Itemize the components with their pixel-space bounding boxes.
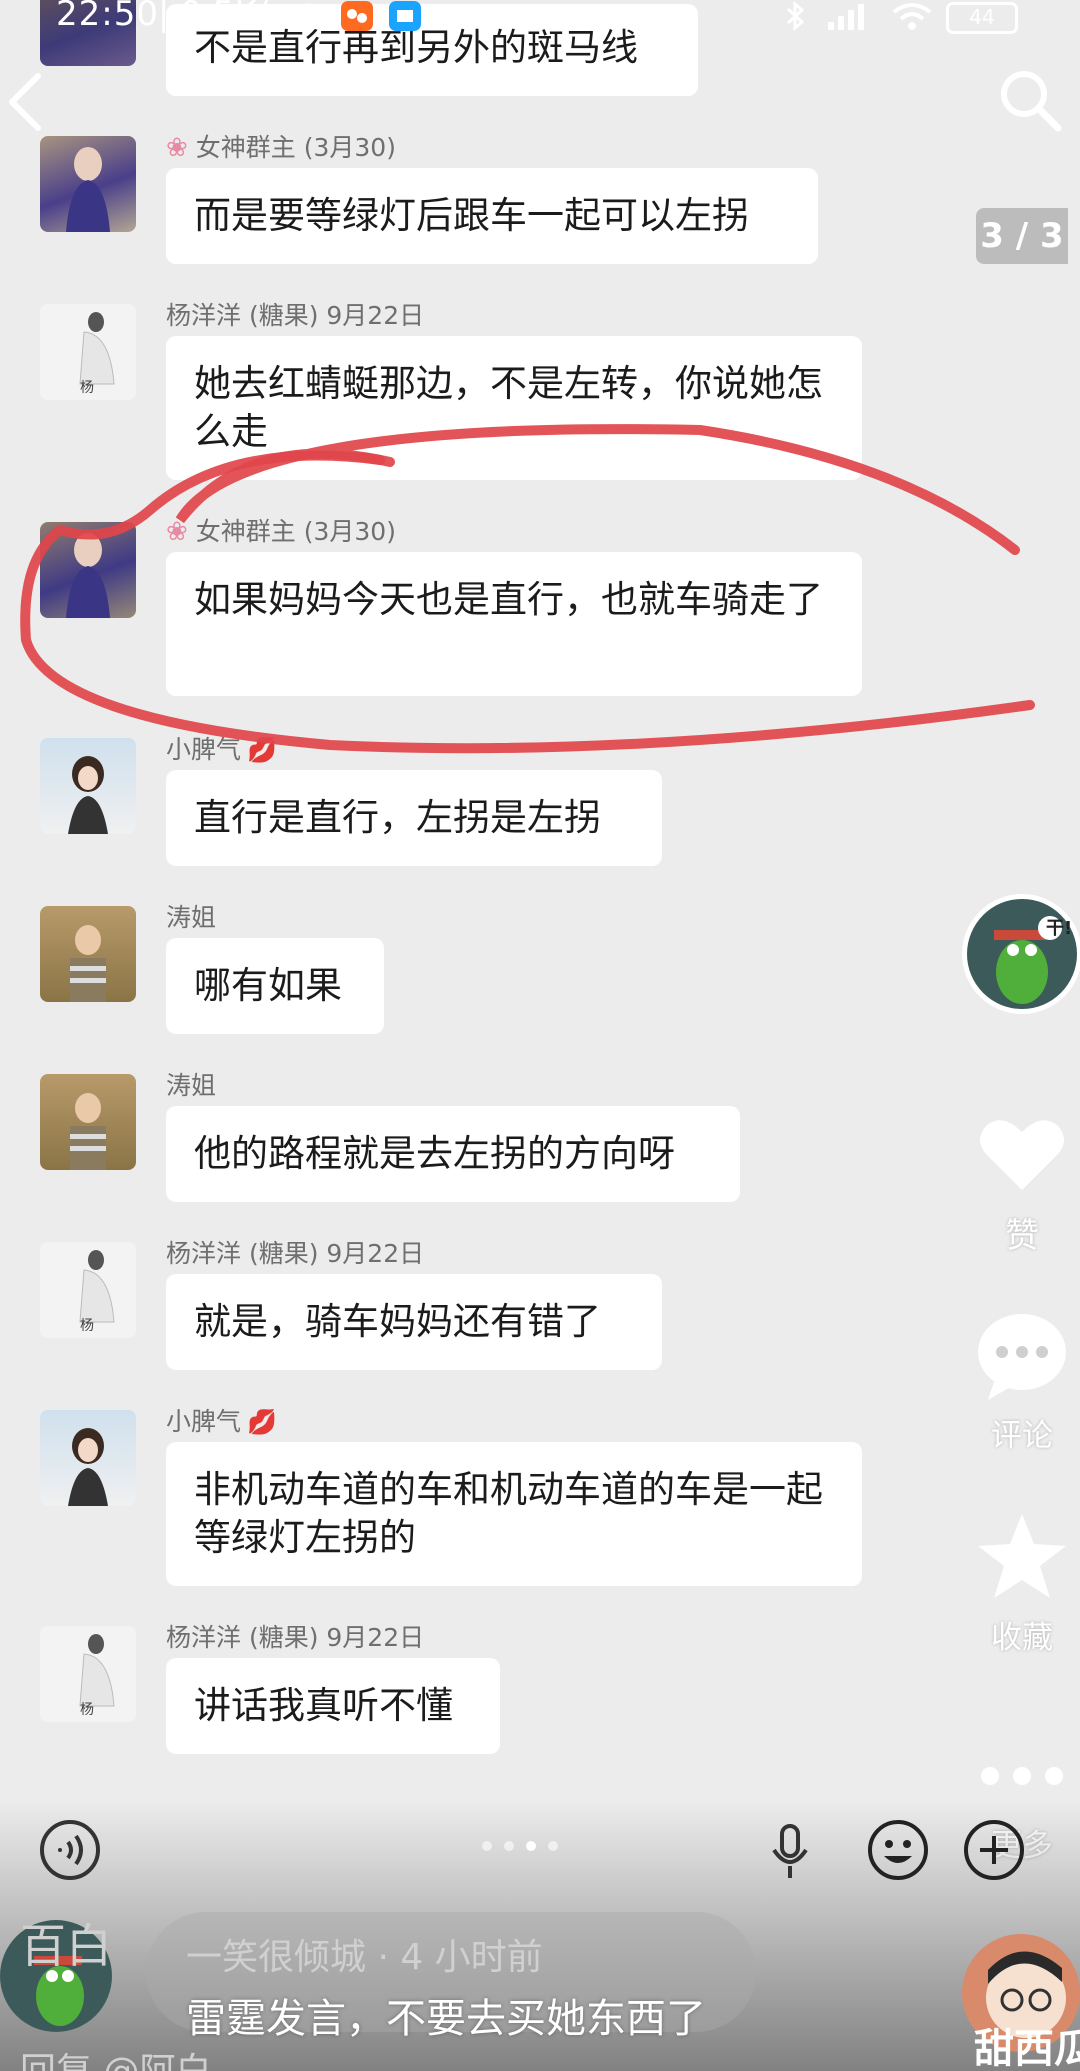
comment-author: 一笑很倾城 · 4 小时前 [186, 1937, 543, 1978]
avatar[interactable] [40, 906, 136, 1002]
microphone-icon[interactable] [770, 1822, 810, 1882]
page-dot-active [526, 1841, 536, 1851]
follow-badge: 干! [1046, 918, 1073, 939]
svg-text:杨: 杨 [80, 380, 94, 396]
avatar[interactable] [40, 1074, 136, 1170]
more-icon [981, 1767, 1063, 1785]
message-bubble: 他的路程就是去左拐的方向呀 [166, 1106, 740, 1202]
avatar[interactable]: 杨 [40, 1242, 136, 1338]
author-avatar[interactable]: 干! [958, 890, 1080, 1018]
avatar-portrait-icon [68, 756, 108, 834]
page-indicator: 3 / 3 [976, 208, 1068, 264]
sender-name: ❀ 女神群主 (3月30) [166, 517, 396, 547]
sender-name: 涛姐 [166, 903, 217, 932]
battery-indicator: 44 [946, 2, 1018, 34]
signal-icon [828, 4, 864, 30]
voice-icon[interactable] [38, 1818, 102, 1882]
favorite-button[interactable]: 收藏 [972, 1508, 1072, 1657]
avatar-portrait-icon: 杨 [79, 1634, 115, 1718]
flower-icon: ❀ [166, 133, 188, 163]
emoji-icon[interactable] [866, 1818, 930, 1882]
star-icon [978, 1514, 1066, 1598]
lips-icon: 💋 [247, 1408, 277, 1436]
app-notification-icon [341, 1, 373, 31]
lips-icon: 💋 [247, 736, 277, 764]
app-notification-icon-2 [389, 1, 421, 31]
alarm-icon [295, 3, 323, 31]
message-bubble: 如果妈妈今天也是直行，也就车骑走了 [166, 552, 862, 696]
wifi-icon [892, 3, 932, 30]
heart-icon [980, 1120, 1064, 1190]
comment-label: 评论 [991, 1418, 1053, 1454]
avatar[interactable]: 杨 [40, 304, 136, 400]
like-button[interactable]: 赞 [972, 1104, 1072, 1257]
message-bubble: 直行是直行，左拐是左拐 [166, 770, 662, 866]
partial-username: 百白 [20, 1919, 112, 1973]
message-bubble: 非机动车道的车和机动车道的车是一起等绿灯左拐的 [166, 1442, 862, 1586]
message-bubble: 就是，骑车妈妈还有错了 [166, 1274, 662, 1370]
author-avatar-image [962, 894, 1080, 1014]
sender-name: 杨洋洋 (糖果) 9月22日 [166, 1623, 425, 1652]
plus-icon[interactable] [962, 1818, 1026, 1882]
avatar[interactable] [40, 522, 136, 618]
comment-button[interactable]: 评论 [972, 1306, 1072, 1455]
avatar-portrait-icon [70, 925, 106, 1002]
message-bubble: 哪有如果 [166, 938, 384, 1034]
sender-name: 杨洋洋 (糖果) 9月22日 [166, 301, 425, 330]
message-bubble: 讲话我真听不懂 [166, 1658, 500, 1754]
screenshot: 不是直行再到另外的斑马线 ❀ 女神群主 (3月30) 而是要等绿灯后跟车一起可以左… [0, 0, 1080, 2071]
avatar-portrait-icon: 杨 [79, 312, 115, 396]
avatar-portrait-icon: 杨 [79, 1250, 115, 1334]
avatar[interactable] [40, 136, 136, 232]
flower-icon: ❀ [166, 517, 188, 547]
page-dot [548, 1841, 558, 1851]
page-dots [482, 1836, 570, 1855]
partial-right-text: 甜西瓜 [974, 2026, 1080, 2071]
avatar-portrait-icon [70, 1093, 106, 1170]
favorite-label: 收藏 [991, 1620, 1053, 1656]
message-bubble: 而是要等绿灯后跟车一起可以左拐 [166, 168, 818, 264]
sender-name: 小脾气 💋 [166, 735, 277, 764]
annotation-circle [20, 424, 1035, 754]
svg-text:杨: 杨 [80, 1702, 94, 1718]
sender-name: 杨洋洋 (糖果) 9月22日 [166, 1239, 425, 1268]
status-bar: 22:50 | 0.5K/s 44 [0, 0, 1080, 36]
network-speed: | 0.5K/s [158, 0, 286, 34]
search-icon[interactable] [996, 66, 1066, 136]
page-dot [504, 1841, 514, 1851]
message-bubble: 她去红蜻蜓那边，不是左转，你说她怎么走 [166, 336, 862, 480]
avatar-portrait-icon [66, 147, 110, 232]
like-label: 赞 [1005, 1216, 1039, 1256]
partial-reply-text: 回复 @阿白 [20, 2042, 211, 2071]
status-time: 22:50 [56, 0, 159, 34]
avatar[interactable] [40, 1410, 136, 1506]
sender-name: ❀ 女神群主 (3月30) [166, 133, 396, 163]
comment-text: 雷霆发言，不要去买她东西了 [186, 1996, 706, 2042]
avatar-portrait-icon [68, 1428, 108, 1506]
bluetooth-icon [786, 0, 805, 32]
sender-name: 涛姐 [166, 1071, 217, 1100]
comment-icon [978, 1314, 1066, 1400]
avatar[interactable] [40, 738, 136, 834]
page-dot [482, 1841, 492, 1851]
svg-text:杨: 杨 [80, 1318, 94, 1334]
chevron-left-icon[interactable] [2, 62, 52, 142]
avatar[interactable]: 杨 [40, 1626, 136, 1722]
avatar-portrait-icon [66, 533, 110, 618]
sender-name: 小脾气 💋 [166, 1407, 277, 1436]
